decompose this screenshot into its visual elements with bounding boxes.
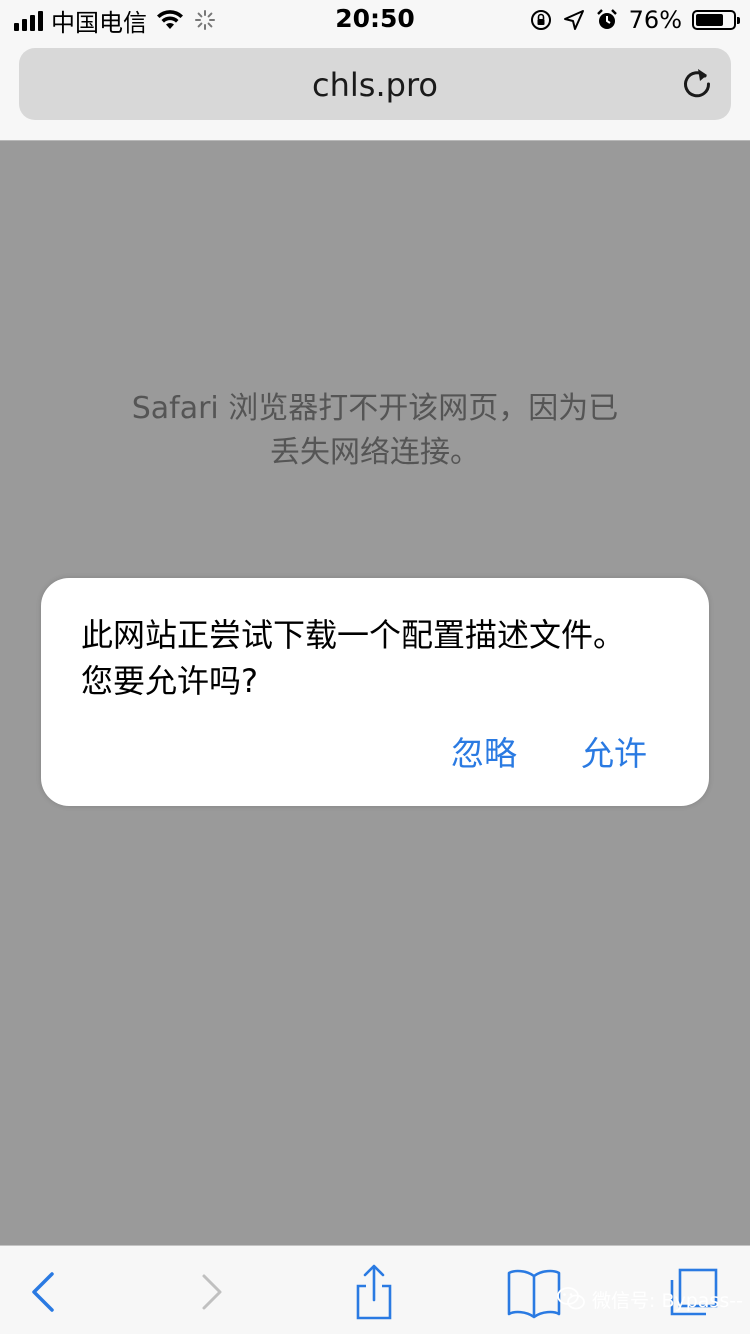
browser-nav-area: chls.pro — [0, 40, 750, 141]
share-icon[interactable] — [344, 1262, 404, 1322]
error-line-1: Safari 浏览器打不开该网页，因为已 — [131, 391, 619, 426]
reload-icon[interactable] — [679, 66, 715, 102]
location-icon — [563, 10, 584, 30]
battery-percent: 76% — [628, 6, 682, 34]
orientation-lock-icon — [530, 10, 551, 30]
alert-message-line-1: 此网站正尝试下载一个配置描述文件。 — [81, 616, 626, 654]
allow-button[interactable]: 允许 — [581, 734, 647, 774]
profile-download-alert: 此网站正尝试下载一个配置描述文件。 您要允许吗? 忽略 允许 — [41, 578, 709, 806]
screen: 中国电信 20:50 76% chls.pro Safari 浏览器打不开该网页… — [0, 0, 750, 1334]
error-line-2: 丢失网络连接。 — [270, 435, 480, 470]
status-bar: 中国电信 20:50 76% — [0, 0, 750, 40]
bookmarks-icon[interactable] — [504, 1262, 564, 1322]
forward-icon[interactable] — [182, 1262, 242, 1322]
alert-message-line-2: 您要允许吗? — [81, 662, 258, 700]
error-message: Safari 浏览器打不开该网页，因为已 丢失网络连接。 — [90, 387, 660, 475]
battery-fill — [696, 14, 724, 26]
url-text[interactable]: chls.pro — [19, 66, 731, 104]
watermark-text: 微信号: Bypass-- — [592, 1289, 743, 1312]
alert-message: 此网站正尝试下载一个配置描述文件。 您要允许吗? — [81, 612, 681, 704]
address-bar[interactable]: chls.pro — [19, 48, 731, 120]
alarm-icon — [596, 9, 617, 29]
status-right: 76% — [529, 4, 740, 36]
wechat-icon — [557, 1287, 585, 1310]
battery-icon — [692, 10, 740, 30]
back-icon[interactable] — [14, 1262, 74, 1322]
watermark: 微信号: Bypass-- — [556, 1282, 743, 1316]
ignore-button[interactable]: 忽略 — [451, 734, 517, 774]
